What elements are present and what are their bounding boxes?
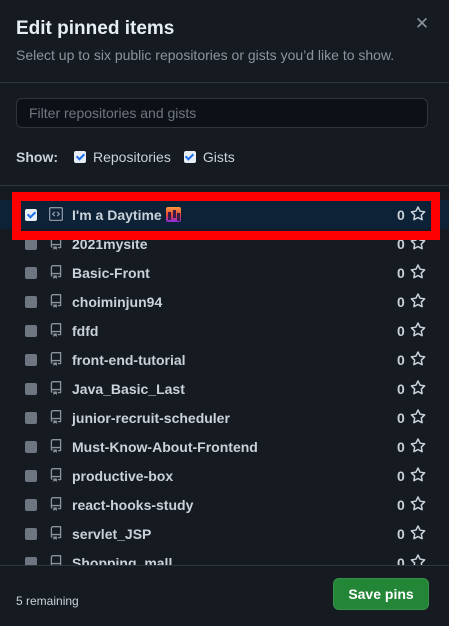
star-icon	[410, 467, 426, 483]
list-item[interactable]: productive-box 0	[0, 461, 449, 490]
item-name: junior-recruit-scheduler	[72, 410, 230, 426]
dialog-title: Edit pinned items	[16, 18, 175, 39]
star-icon	[410, 293, 426, 309]
star-count: 0	[397, 294, 405, 310]
remaining-count: 5 remaining	[16, 594, 79, 608]
repositories-checkbox[interactable]	[74, 151, 86, 163]
item-checkbox[interactable]	[25, 266, 37, 279]
edit-pinned-dialog: Edit pinned items Select up to six publi…	[0, 0, 449, 626]
star-icon	[410, 322, 426, 338]
item-checkbox[interactable]	[25, 469, 37, 482]
repo-icon	[49, 438, 63, 454]
star-count: 0	[397, 410, 405, 426]
filter-input[interactable]	[17, 99, 427, 127]
repo-icon	[49, 293, 63, 309]
dialog-header: Edit pinned items Select up to six publi…	[0, 0, 449, 83]
list-item[interactable]: junior-recruit-scheduler 0	[0, 403, 449, 432]
item-name: choiminjun94	[72, 294, 163, 310]
item-name: productive-box	[72, 468, 174, 484]
repo-icon	[49, 351, 63, 367]
item-name: react-hooks-study	[72, 497, 194, 513]
repo-icon	[49, 467, 63, 483]
item-name: Basic-Front	[72, 265, 150, 281]
list-item[interactable]: Shopping_mall 0	[0, 548, 449, 566]
star-icon	[410, 496, 426, 512]
repo-icon	[49, 525, 63, 541]
star-icon	[410, 380, 426, 396]
list-item[interactable]: react-hooks-study 0	[0, 490, 449, 519]
repo-icon	[49, 380, 63, 396]
close-icon[interactable]: ✕	[412, 14, 432, 34]
show-label: Show:	[16, 149, 58, 165]
filter-field	[16, 98, 428, 128]
star-count: 0	[397, 526, 405, 542]
show-filter-row: Show: Repositories Gists	[16, 149, 248, 165]
star-count: 0	[397, 381, 405, 397]
star-icon	[410, 409, 426, 425]
show-repositories-option[interactable]: Repositories	[74, 149, 171, 165]
item-checkbox[interactable]	[25, 498, 37, 511]
star-count: 0	[397, 323, 405, 339]
repo-icon	[49, 496, 63, 512]
item-checkbox[interactable]	[25, 324, 37, 337]
item-name: fdfd	[72, 323, 99, 339]
list-item[interactable]: front-end-tutorial 0	[0, 345, 449, 374]
item-name: servlet_JSP	[72, 526, 152, 542]
dialog-footer: 5 remaining Save pins	[0, 565, 449, 626]
star-count: 0	[397, 352, 405, 368]
star-count: 0	[397, 265, 405, 281]
star-count: 0	[397, 497, 405, 513]
list-item[interactable]: fdfd 0	[0, 316, 449, 345]
star-count: 0	[397, 439, 405, 455]
repo-icon	[49, 409, 63, 425]
save-pins-button[interactable]: Save pins	[333, 578, 429, 610]
item-checkbox[interactable]	[25, 382, 37, 395]
repo-icon	[49, 264, 63, 280]
star-icon	[410, 525, 426, 541]
highlight-annotation	[12, 192, 440, 240]
list-item[interactable]: Basic-Front 0	[0, 258, 449, 287]
item-checkbox[interactable]	[25, 411, 37, 424]
gists-checkbox[interactable]	[183, 151, 196, 163]
item-name: front-end-tutorial	[72, 352, 186, 368]
list-item[interactable]: Java_Basic_Last 0	[0, 374, 449, 403]
repo-icon	[49, 322, 63, 338]
gists-label: Gists	[202, 149, 235, 165]
show-gists-option[interactable]: Gists	[183, 149, 235, 165]
item-name: Must-Know-About-Frontend	[72, 439, 258, 455]
list-item[interactable]: Must-Know-About-Frontend 0	[0, 432, 449, 461]
item-checkbox[interactable]	[25, 295, 37, 308]
repositories-label: Repositories	[93, 149, 171, 165]
star-icon	[410, 438, 426, 454]
list-item[interactable]: choiminjun94 0	[0, 287, 449, 316]
item-checkbox[interactable]	[25, 527, 37, 540]
dialog-subtitle: Select up to six public repositories or …	[16, 47, 395, 63]
item-checkbox[interactable]	[25, 353, 37, 366]
star-icon	[410, 351, 426, 367]
list-item[interactable]: servlet_JSP 0	[0, 519, 449, 548]
pinnable-items-list[interactable]: I'm a Daytime 0 2021mysite 0 Basic-Front 0 cho…	[0, 185, 449, 566]
star-icon	[410, 264, 426, 280]
item-checkbox[interactable]	[25, 440, 37, 453]
item-name: Java_Basic_Last	[72, 381, 185, 397]
star-count: 0	[397, 468, 405, 484]
